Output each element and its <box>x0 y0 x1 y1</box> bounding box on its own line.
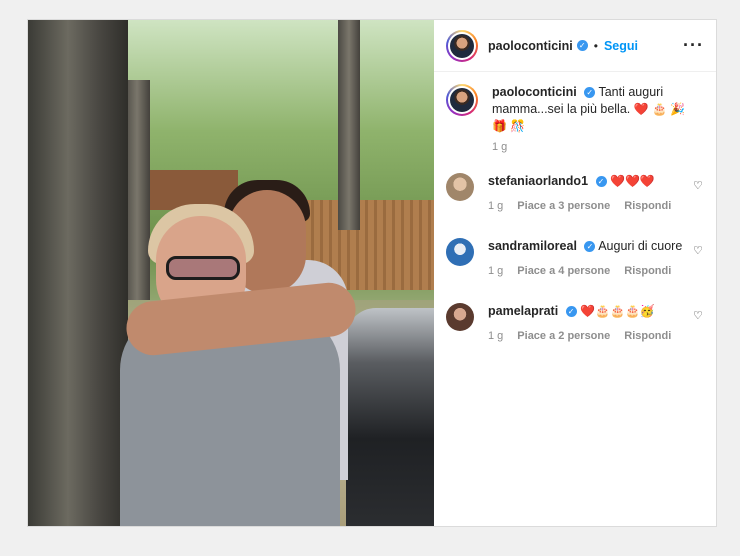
heart-outline-icon[interactable]: ♡ <box>693 244 704 257</box>
separator-dot: • <box>593 38 598 53</box>
comment-likes[interactable]: Piace a 4 persone <box>517 265 610 277</box>
comment-time[interactable]: 1 g <box>488 265 503 277</box>
comment-text: Auguri di cuore <box>598 239 683 253</box>
commenter-avatar[interactable] <box>446 173 474 201</box>
comment-item: sandramiloreal ✓ Auguri di cuore 1 g Pia… <box>434 238 716 277</box>
comment-item: stefaniaorlando1 ✓ ❤️❤️❤️ 1 g Piace a 3 … <box>434 173 716 212</box>
caption: paoloconticini ✓ Tanti auguri mamma...se… <box>434 84 716 153</box>
post-header: paoloconticini ✓ • Segui ··· <box>434 20 716 72</box>
reply-button[interactable]: Rispondi <box>624 265 671 277</box>
comment-username[interactable]: stefaniaorlando1 <box>488 174 588 188</box>
verified-badge-icon: ✓ <box>584 241 596 253</box>
comment-likes[interactable]: Piace a 3 persone <box>517 200 610 212</box>
post-sidebar: paoloconticini ✓ • Segui ··· paolocontic… <box>434 20 716 526</box>
verified-badge-icon: ✓ <box>584 87 596 99</box>
verified-badge-icon: ✓ <box>595 176 607 188</box>
comment-username[interactable]: sandramiloreal <box>488 239 577 253</box>
caption-emojis: ❤️ 🎂 🎉 <box>633 102 686 116</box>
comment-text: ❤️❤️❤️ <box>610 174 655 188</box>
comment-time[interactable]: 1 g <box>488 330 503 342</box>
caption-text: mamma...sei la più bella. <box>492 102 631 116</box>
comment-time[interactable]: 1 g <box>488 200 503 212</box>
more-options-icon[interactable]: ··· <box>683 35 704 56</box>
commenter-avatar[interactable] <box>446 238 474 266</box>
post-photo[interactable] <box>28 20 434 526</box>
reply-button[interactable]: Rispondi <box>624 330 671 342</box>
instagram-post: paoloconticini ✓ • Segui ··· paolocontic… <box>27 19 717 527</box>
heart-outline-icon[interactable]: ♡ <box>693 309 704 322</box>
caption-emojis-2: 🎁 🎊 <box>492 119 526 133</box>
follow-button[interactable]: Segui <box>604 39 638 53</box>
caption-time[interactable]: 1 g <box>492 141 507 153</box>
comment-likes[interactable]: Piace a 2 persone <box>517 330 610 342</box>
caption-avatar[interactable] <box>446 84 478 116</box>
comment-item: pamelaprati ✓ ❤️🎂🎂🎂🥳 1 g Piace a 2 perso… <box>434 303 716 342</box>
caption-username[interactable]: paoloconticini <box>492 85 577 99</box>
reply-button[interactable]: Rispondi <box>624 200 671 212</box>
author-username[interactable]: paoloconticini <box>488 39 573 53</box>
verified-badge-icon: ✓ <box>576 40 588 51</box>
heart-outline-icon[interactable]: ♡ <box>693 179 704 192</box>
commenter-avatar[interactable] <box>446 303 474 331</box>
comment-username[interactable]: pamelaprati <box>488 304 558 318</box>
comment-text: ❤️🎂🎂🎂🥳 <box>580 304 655 318</box>
caption-text-prefix: Tanti auguri <box>598 85 664 99</box>
verified-badge-icon: ✓ <box>565 306 577 318</box>
author-avatar[interactable] <box>446 29 478 62</box>
